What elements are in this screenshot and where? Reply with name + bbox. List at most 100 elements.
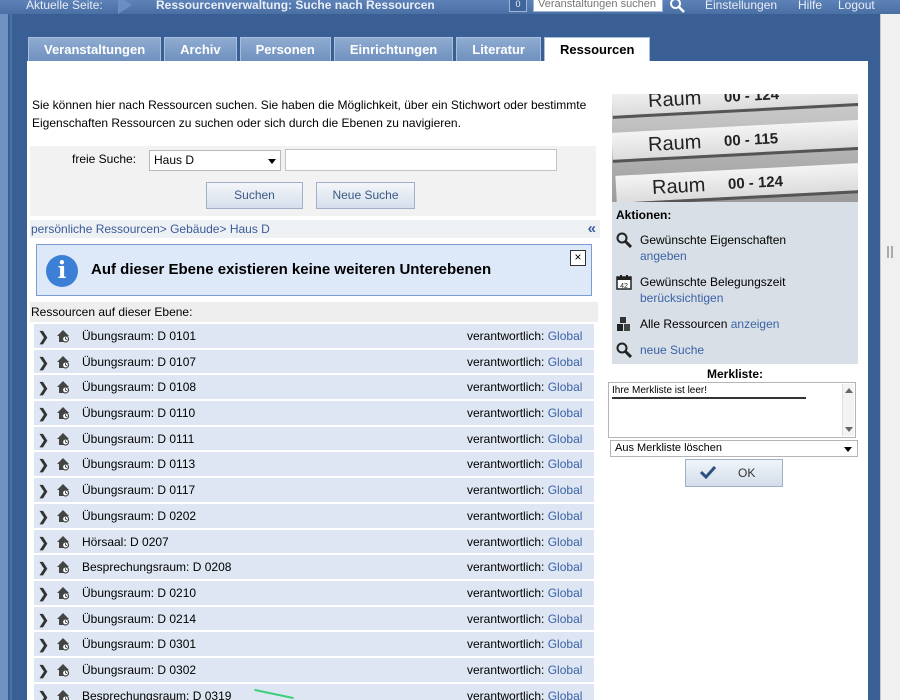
tab-literatur[interactable]: Literatur [456, 37, 541, 61]
expand-chevron-icon[interactable]: ❯ [38, 612, 49, 628]
responsible-link[interactable]: Global [548, 380, 583, 394]
resource-row[interactable]: ❯ Übungsraum: D 0302 verantwortlich: Globa… [34, 655, 594, 682]
responsible-label: verantwortlich: [467, 534, 545, 549]
responsible-link[interactable]: Global [548, 560, 583, 574]
responsible-link[interactable]: Global [548, 329, 583, 343]
expand-chevron-icon[interactable]: ❯ [38, 355, 49, 371]
responsible-link[interactable]: Global [548, 432, 583, 446]
expand-chevron-icon[interactable]: ❯ [38, 663, 49, 679]
resource-row[interactable]: ❯ Hörsaal: D 0207 verantwortlich: Global [34, 527, 594, 554]
resource-name[interactable]: Übungsraum: D 0110 [82, 406, 195, 420]
resource-name[interactable]: Übungsraum: D 0302 [82, 663, 196, 677]
expand-chevron-icon[interactable]: ❯ [38, 637, 49, 653]
scroll-down-icon[interactable] [845, 427, 853, 432]
resource-name[interactable]: Übungsraum: D 0107 [82, 355, 196, 369]
resource-name[interactable]: Übungsraum: D 0108 [82, 380, 196, 394]
expand-chevron-icon[interactable]: ❯ [38, 560, 49, 576]
expand-chevron-icon[interactable]: ❯ [38, 483, 49, 499]
logout-link[interactable]: Logout [838, 0, 875, 12]
breadcrumb-item-personal[interactable]: persönliche Ressourcen [31, 222, 160, 236]
responsible-link[interactable]: Global [548, 689, 583, 700]
resource-responsible: verantwortlich: Global [467, 457, 582, 471]
tab-einrichtungen[interactable]: Einrichtungen [333, 37, 454, 61]
resource-row[interactable]: ❯ Übungsraum: D 0110 verantwortlich: Globa… [34, 399, 594, 425]
resource-row[interactable]: ❯ Übungsraum: D 0108 verantwortlich: Globa… [34, 373, 594, 400]
resource-row[interactable]: ❯ Übungsraum: D 0210 verantwortlich: Globa… [34, 578, 594, 605]
watchlist-box[interactable]: Ihre Merkliste ist leer! [608, 382, 856, 438]
expand-chevron-icon[interactable]: ❯ [38, 535, 49, 551]
search-icon[interactable] [669, 0, 685, 13]
tab-archiv[interactable]: Archiv [164, 37, 237, 61]
help-link[interactable]: Hilfe [798, 0, 822, 12]
expand-chevron-icon[interactable]: ❯ [38, 509, 49, 525]
collapse-icon[interactable]: « [588, 221, 596, 236]
resource-row[interactable]: ❯ Besprechungsraum: D 0319 verantwortlich:… [34, 681, 594, 700]
resource-name[interactable]: Übungsraum: D 0214 [82, 612, 196, 626]
resource-name[interactable]: Übungsraum: D 0117 [82, 483, 195, 497]
resource-name[interactable]: Übungsraum: D 0113 [82, 457, 195, 471]
resource-name[interactable]: Übungsraum: D 0101 [82, 329, 196, 343]
resource-name[interactable]: Besprechungsraum: D 0208 [82, 560, 231, 574]
resource-name[interactable]: Übungsraum: D 0202 [82, 509, 196, 523]
responsible-link[interactable]: Global [548, 457, 583, 471]
responsible-link[interactable]: Global [548, 637, 583, 651]
close-icon[interactable]: × [570, 250, 586, 266]
responsible-link[interactable]: Global [548, 483, 583, 497]
resource-row[interactable]: ❯ Übungsraum: D 0301 verantwortlich: Globa… [34, 630, 594, 656]
scroll-up-icon[interactable] [845, 388, 853, 393]
expand-chevron-icon[interactable]: ❯ [38, 406, 49, 422]
tab-veranstaltungen[interactable]: Veranstaltungen [28, 37, 162, 61]
resource-row[interactable]: ❯ Übungsraum: D 0117 verantwortlich: Globa… [34, 476, 594, 502]
resource-row[interactable]: ❯ Übungsraum: D 0202 verantwortlich: Globa… [34, 501, 594, 528]
search-button[interactable]: Suchen [206, 182, 303, 209]
resize-grip[interactable] [887, 246, 893, 258]
resource-name[interactable]: Übungsraum: D 0301 [82, 637, 196, 651]
responsible-link[interactable]: Global [548, 663, 583, 677]
resource-row[interactable]: ❯ Übungsraum: D 0214 verantwortlich: Globa… [34, 604, 594, 631]
action-all-resources-link[interactable]: anzeigen [731, 317, 780, 331]
resource-responsible: verantwortlich: Global [467, 612, 582, 626]
resource-row[interactable]: ❯ Übungsraum: D 0111 verantwortlich: Globa… [34, 424, 594, 451]
responsible-link[interactable]: Global [548, 586, 583, 600]
expand-chevron-icon[interactable]: ❯ [38, 457, 49, 473]
resource-name[interactable]: Übungsraum: D 0111 [82, 432, 194, 446]
responsible-link[interactable]: Global [548, 355, 583, 369]
notification-counter[interactable]: 0 [509, 0, 527, 12]
expand-chevron-icon[interactable]: ❯ [38, 329, 49, 345]
resource-list: ❯ Übungsraum: D 0101 verantwortlich: Globa… [34, 322, 594, 700]
settings-link[interactable]: Einstellungen [705, 0, 777, 12]
event-search-input[interactable] [533, 0, 663, 12]
watchlist-action-select[interactable]: Aus Merkliste löschen [610, 440, 858, 457]
breadcrumb-item-house-d[interactable]: Haus D [230, 222, 270, 236]
resources-icon [617, 317, 630, 331]
resource-row[interactable]: ❯ Übungsraum: D 0101 verantwortlich: Globa… [34, 322, 594, 348]
expand-chevron-icon[interactable]: ❯ [38, 432, 49, 448]
action-properties-link[interactable]: angeben [640, 249, 687, 263]
tab-ressourcen[interactable]: Ressourcen [543, 37, 651, 62]
responsible-link[interactable]: Global [548, 535, 583, 549]
action-booking-time-link[interactable]: berücksichtigen [640, 291, 723, 305]
resource-row[interactable]: ❯ Besprechungsraum: D 0208 verantwortlich:… [34, 553, 594, 579]
ok-button[interactable]: OK [685, 459, 783, 487]
tab-personen[interactable]: Personen [239, 37, 331, 61]
resource-name[interactable]: Übungsraum: D 0210 [82, 586, 196, 600]
responsible-link[interactable]: Global [548, 509, 583, 523]
resource-name[interactable]: Hörsaal: D 0207 [82, 535, 169, 549]
resource-row[interactable]: ❯ Übungsraum: D 0107 verantwortlich: Globa… [34, 347, 594, 374]
resource-name[interactable]: Besprechungsraum: D 0319 [82, 689, 231, 700]
breadcrumb-item-buildings[interactable]: Gebäude [170, 222, 219, 236]
responsible-link[interactable]: Global [548, 612, 583, 626]
search-scope-select[interactable]: Haus D [149, 150, 281, 171]
expand-chevron-icon[interactable]: ❯ [38, 380, 49, 396]
resource-responsible: verantwortlich: Global [467, 637, 582, 651]
new-search-button[interactable]: Neue Suche [316, 182, 415, 209]
responsible-link[interactable]: Global [548, 406, 583, 420]
free-search-input[interactable] [285, 149, 557, 171]
expand-chevron-icon[interactable]: ❯ [38, 586, 49, 602]
action-new-search-link[interactable]: neue Suche [640, 343, 704, 357]
breadcrumb: persönliche Ressourcen> Gebäude> Haus D … [30, 220, 600, 238]
window-edge-right[interactable] [880, 14, 900, 700]
watchlist-scrollbar[interactable] [842, 384, 854, 436]
expand-chevron-icon[interactable]: ❯ [38, 689, 49, 700]
resource-row[interactable]: ❯ Übungsraum: D 0113 verantwortlich: Globa… [34, 450, 594, 477]
